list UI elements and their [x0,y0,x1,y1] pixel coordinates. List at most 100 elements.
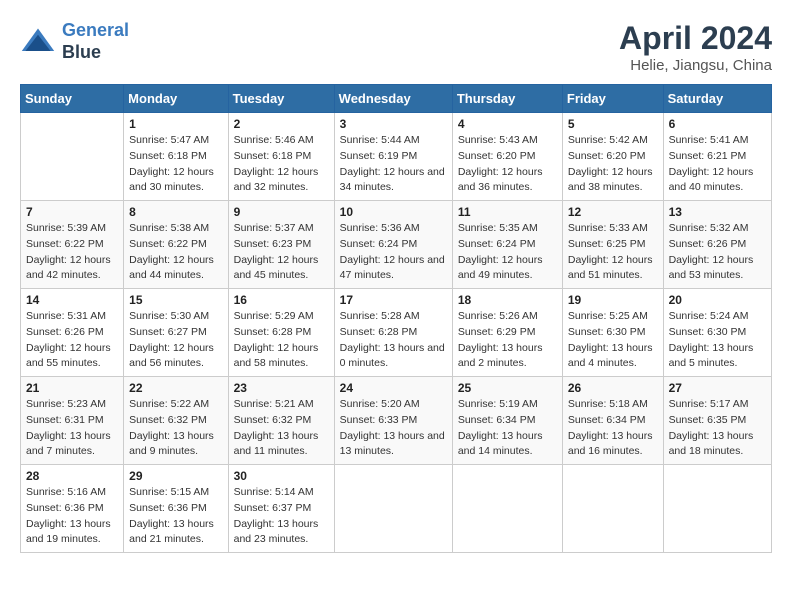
logo: General Blue [20,20,129,63]
calendar-cell [452,465,562,553]
day-number: 20 [669,293,766,307]
calendar-table: SundayMondayTuesdayWednesdayThursdayFrid… [20,84,772,553]
day-number: 27 [669,381,766,395]
day-number: 24 [340,381,447,395]
day-info: Sunrise: 5:31 AMSunset: 6:26 PMDaylight:… [26,309,118,372]
day-number: 13 [669,205,766,219]
calendar-row-4: 28 Sunrise: 5:16 AMSunset: 6:36 PMDayligh… [21,465,772,553]
day-number: 26 [568,381,658,395]
day-number: 5 [568,117,658,131]
day-info: Sunrise: 5:19 AMSunset: 6:34 PMDaylight:… [458,397,557,460]
calendar-cell: 11Sunrise: 5:35 AMSunset: 6:24 PMDayligh… [452,201,562,289]
day-info: Sunrise: 5:38 AMSunset: 6:22 PMDaylight:… [129,221,222,284]
calendar-cell: 22 Sunrise: 5:22 AMSunset: 6:32 PMDayligh… [124,377,228,465]
day-number: 28 [26,469,118,483]
day-info: Sunrise: 5:39 AMSunset: 6:22 PMDaylight:… [26,221,118,284]
calendar-cell [663,465,771,553]
calendar-cell: 14Sunrise: 5:31 AMSunset: 6:26 PMDayligh… [21,289,124,377]
day-info: Sunrise: 5:22 AMSunset: 6:32 PMDaylight:… [129,397,222,460]
col-header-wednesday: Wednesday [334,85,452,113]
calendar-cell: 12 Sunrise: 5:33 AMSunset: 6:25 PMDayligh… [562,201,663,289]
calendar-cell: 19Sunrise: 5:25 AMSunset: 6:30 PMDayligh… [562,289,663,377]
day-number: 29 [129,469,222,483]
calendar-row-0: 1 Sunrise: 5:47 AMSunset: 6:18 PMDaylight… [21,113,772,201]
day-info: Sunrise: 5:32 AMSunset: 6:26 PMDaylight:… [669,221,766,284]
day-number: 15 [129,293,222,307]
day-info: Sunrise: 5:43 AMSunset: 6:20 PMDaylight:… [458,133,557,196]
day-number: 19 [568,293,658,307]
calendar-cell: 20 Sunrise: 5:24 AMSunset: 6:30 PMDayligh… [663,289,771,377]
day-number: 2 [234,117,329,131]
day-info: Sunrise: 5:26 AMSunset: 6:29 PMDaylight:… [458,309,557,372]
logo-line1: General [62,20,129,40]
calendar-cell: 9Sunrise: 5:37 AMSunset: 6:23 PMDaylight… [228,201,334,289]
calendar-cell: 18 Sunrise: 5:26 AMSunset: 6:29 PMDayligh… [452,289,562,377]
day-info: Sunrise: 5:47 AMSunset: 6:18 PMDaylight:… [129,133,222,196]
calendar-cell: 6Sunrise: 5:41 AMSunset: 6:21 PMDaylight… [663,113,771,201]
day-number: 3 [340,117,447,131]
day-number: 17 [340,293,447,307]
calendar-cell: 21 Sunrise: 5:23 AMSunset: 6:31 PMDayligh… [21,377,124,465]
calendar-cell: 7 Sunrise: 5:39 AMSunset: 6:22 PMDaylight… [21,201,124,289]
day-info: Sunrise: 5:20 AMSunset: 6:33 PMDaylight:… [340,397,447,460]
calendar-cell: 26 Sunrise: 5:18 AMSunset: 6:34 PMDayligh… [562,377,663,465]
col-header-thursday: Thursday [452,85,562,113]
calendar-cell: 28 Sunrise: 5:16 AMSunset: 6:36 PMDayligh… [21,465,124,553]
day-number: 8 [129,205,222,219]
day-number: 23 [234,381,329,395]
calendar-cell [21,113,124,201]
calendar-cell: 1 Sunrise: 5:47 AMSunset: 6:18 PMDaylight… [124,113,228,201]
day-info: Sunrise: 5:16 AMSunset: 6:36 PMDaylight:… [26,485,118,548]
calendar-cell: 13 Sunrise: 5:32 AMSunset: 6:26 PMDayligh… [663,201,771,289]
day-number: 1 [129,117,222,131]
calendar-cell: 27 Sunrise: 5:17 AMSunset: 6:35 PMDayligh… [663,377,771,465]
day-info: Sunrise: 5:35 AMSunset: 6:24 PMDaylight:… [458,221,557,284]
day-info: Sunrise: 5:33 AMSunset: 6:25 PMDaylight:… [568,221,658,284]
day-number: 21 [26,381,118,395]
calendar-row-3: 21 Sunrise: 5:23 AMSunset: 6:31 PMDayligh… [21,377,772,465]
day-number: 4 [458,117,557,131]
day-info: Sunrise: 5:36 AMSunset: 6:24 PMDaylight:… [340,221,447,284]
day-info: Sunrise: 5:44 AMSunset: 6:19 PMDaylight:… [340,133,447,196]
col-header-friday: Friday [562,85,663,113]
calendar-cell: 24 Sunrise: 5:20 AMSunset: 6:33 PMDayligh… [334,377,452,465]
day-info: Sunrise: 5:23 AMSunset: 6:31 PMDaylight:… [26,397,118,460]
calendar-cell: 5Sunrise: 5:42 AMSunset: 6:20 PMDaylight… [562,113,663,201]
day-info: Sunrise: 5:37 AMSunset: 6:23 PMDaylight:… [234,221,329,284]
calendar-cell: 2 Sunrise: 5:46 AMSunset: 6:18 PMDaylight… [228,113,334,201]
day-info: Sunrise: 5:18 AMSunset: 6:34 PMDaylight:… [568,397,658,460]
col-header-saturday: Saturday [663,85,771,113]
calendar-cell: 16 Sunrise: 5:29 AMSunset: 6:28 PMDayligh… [228,289,334,377]
calendar-row-1: 7 Sunrise: 5:39 AMSunset: 6:22 PMDaylight… [21,201,772,289]
day-number: 30 [234,469,329,483]
day-number: 10 [340,205,447,219]
calendar-cell [334,465,452,553]
day-number: 22 [129,381,222,395]
col-header-sunday: Sunday [21,85,124,113]
calendar-cell: 25 Sunrise: 5:19 AMSunset: 6:34 PMDayligh… [452,377,562,465]
day-info: Sunrise: 5:41 AMSunset: 6:21 PMDaylight:… [669,133,766,196]
month-year: April 2024 [619,20,772,57]
day-info: Sunrise: 5:46 AMSunset: 6:18 PMDaylight:… [234,133,329,196]
calendar-body: 1 Sunrise: 5:47 AMSunset: 6:18 PMDaylight… [21,113,772,553]
calendar-header: SundayMondayTuesdayWednesdayThursdayFrid… [21,85,772,113]
day-number: 7 [26,205,118,219]
day-number: 18 [458,293,557,307]
day-info: Sunrise: 5:24 AMSunset: 6:30 PMDaylight:… [669,309,766,372]
header-row: SundayMondayTuesdayWednesdayThursdayFrid… [21,85,772,113]
day-info: Sunrise: 5:17 AMSunset: 6:35 PMDaylight:… [669,397,766,460]
calendar-cell: 17Sunrise: 5:28 AMSunset: 6:28 PMDayligh… [334,289,452,377]
calendar-cell: 15Sunrise: 5:30 AMSunset: 6:27 PMDayligh… [124,289,228,377]
day-number: 25 [458,381,557,395]
calendar-cell: 10 Sunrise: 5:36 AMSunset: 6:24 PMDayligh… [334,201,452,289]
calendar-cell: 3 Sunrise: 5:44 AMSunset: 6:19 PMDaylight… [334,113,452,201]
day-number: 16 [234,293,329,307]
day-info: Sunrise: 5:29 AMSunset: 6:28 PMDaylight:… [234,309,329,372]
page-header: General Blue April 2024 Helie, Jiangsu, … [20,20,772,74]
calendar-cell: 8 Sunrise: 5:38 AMSunset: 6:22 PMDaylight… [124,201,228,289]
calendar-cell: 23Sunrise: 5:21 AMSunset: 6:32 PMDayligh… [228,377,334,465]
day-info: Sunrise: 5:14 AMSunset: 6:37 PMDaylight:… [234,485,329,548]
day-number: 12 [568,205,658,219]
calendar-cell: 4 Sunrise: 5:43 AMSunset: 6:20 PMDaylight… [452,113,562,201]
logo-line2: Blue [62,42,129,64]
